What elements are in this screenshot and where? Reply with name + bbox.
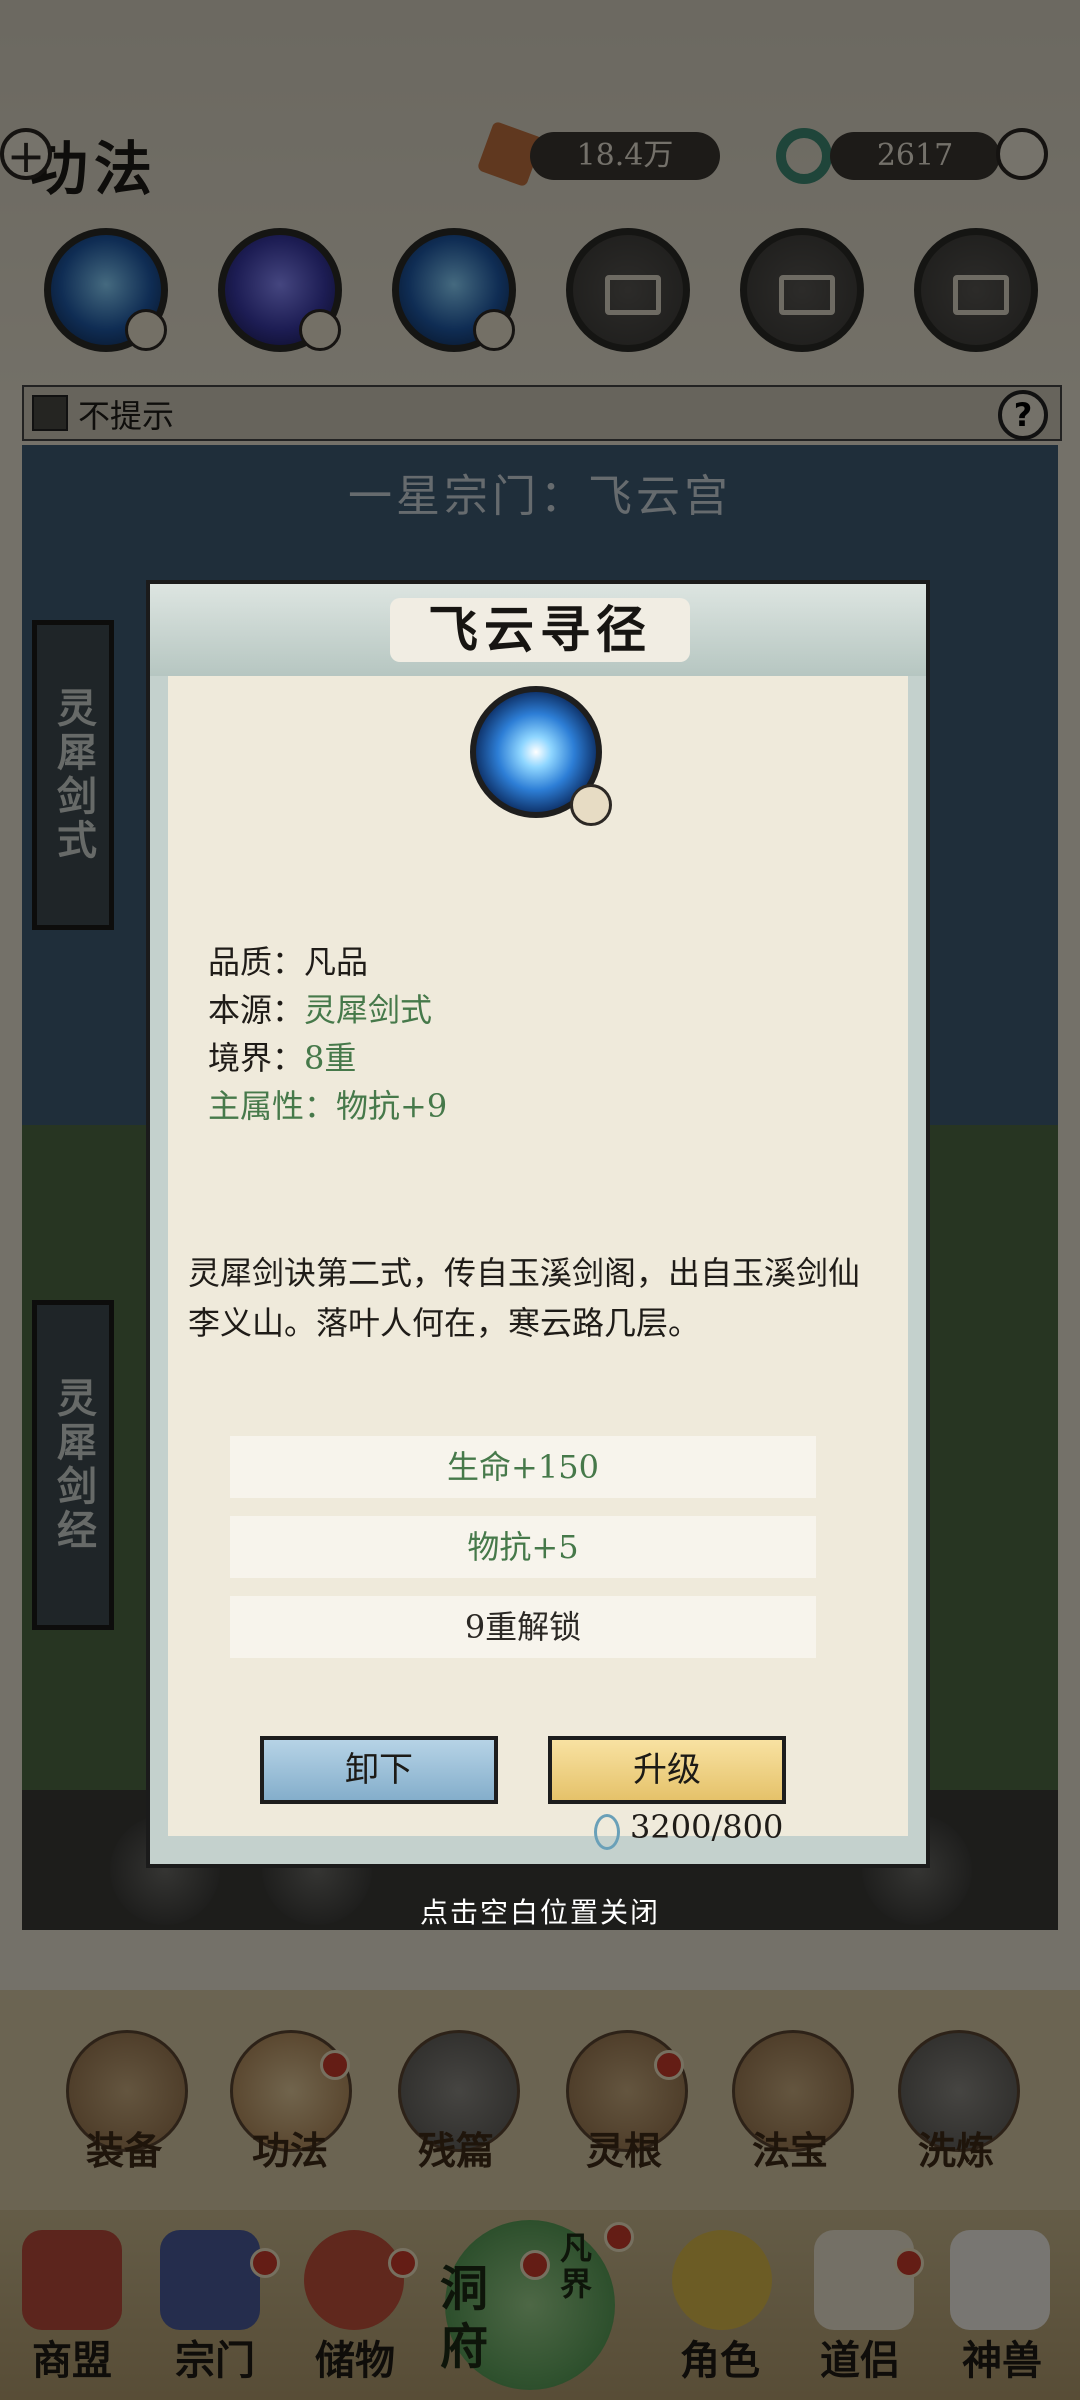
source-row: 本源：灵犀剑式 xyxy=(208,986,432,1034)
main-attr-row: 主属性：物抗+9 xyxy=(208,1082,447,1130)
quality-label: 品质： xyxy=(208,943,305,981)
upgrade-cost: 3200/800 xyxy=(630,1808,784,1846)
attribute-row-2: 物抗+5 xyxy=(230,1516,816,1578)
spirit-essence-icon xyxy=(594,1814,620,1850)
dialog-body: 品质：凡品 本源：灵犀剑式 境界：8重 主属性：物抗+9 灵犀剑诀第二式，传自玉… xyxy=(168,676,908,1850)
realm-label: 境界： xyxy=(208,1039,305,1077)
skill-description: 灵犀剑诀第二式，传自玉溪剑阁，出自玉溪剑仙李义山。落叶人何在，寒云路几层。 xyxy=(188,1254,861,1342)
realm-value: 8重 xyxy=(304,1039,357,1077)
unequip-button[interactable]: 卸下 xyxy=(260,1736,498,1804)
skill-detail-dialog: 飞云寻径 品质：凡品 本源：灵犀剑式 境界：8重 主属性：物抗+9 灵犀剑诀第二… xyxy=(146,580,930,1868)
skill-badge-icon xyxy=(570,784,612,826)
attribute-row-1: 生命+150 xyxy=(230,1436,816,1498)
realm-row: 境界：8重 xyxy=(208,1034,356,1082)
main-attr-label: 主属性： xyxy=(208,1087,337,1125)
attribute-row-3: 9重解锁 xyxy=(230,1596,816,1658)
quality-row: 品质：凡品 xyxy=(208,938,368,986)
dialog-title: 飞云寻径 xyxy=(390,598,690,662)
main-attr-value: 物抗+9 xyxy=(336,1087,448,1125)
upgrade-button[interactable]: 升级 xyxy=(548,1736,786,1804)
source-value: 灵犀剑式 xyxy=(304,991,433,1029)
close-hint: 点击空白位置关闭 xyxy=(419,1896,660,1929)
source-label: 本源： xyxy=(208,991,305,1029)
quality-value: 凡品 xyxy=(304,943,369,981)
